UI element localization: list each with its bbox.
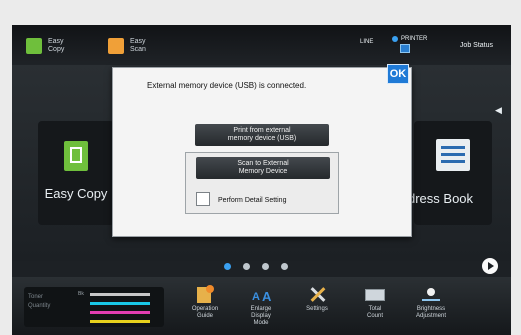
easy-copy-icon bbox=[26, 38, 42, 54]
toner-bk-label: Bk bbox=[78, 291, 84, 297]
address-book-tile-label: dress Book bbox=[408, 191, 474, 206]
easy-copy-shortcut[interactable]: Easy Copy bbox=[26, 34, 74, 58]
dialog-message: External memory device (USB) is connecte… bbox=[147, 81, 307, 90]
scan-to-usb-button[interactable]: Scan to External Memory Device bbox=[196, 157, 330, 179]
usb-connected-dialog: External memory device (USB) is connecte… bbox=[112, 67, 412, 237]
job-status-button[interactable]: Job Status bbox=[460, 42, 493, 49]
settings-icon bbox=[306, 285, 328, 303]
line-indicator: LINE bbox=[360, 39, 374, 45]
operation-guide-button[interactable]: Operation Guide bbox=[180, 285, 230, 320]
brightness-label: Brightness Adjustment bbox=[415, 306, 446, 319]
easy-scan-icon bbox=[108, 38, 124, 54]
page-dot[interactable] bbox=[262, 263, 269, 270]
toner-bar-yellow bbox=[90, 320, 150, 323]
printer-label: PRINTER bbox=[401, 36, 428, 42]
brightness-icon bbox=[420, 285, 442, 303]
total-count-button[interactable]: Total Count bbox=[350, 285, 400, 320]
easy-scan-shortcut[interactable]: Easy Scan bbox=[108, 34, 156, 58]
brightness-adjustment-button[interactable]: Brightness Adjustment bbox=[406, 285, 456, 320]
address-book-icon bbox=[436, 139, 470, 171]
total-count-label: Total Count bbox=[366, 306, 383, 319]
screen-frame: Easy Copy Easy Scan LINE PRINTER Job Sta… bbox=[0, 0, 521, 335]
page-dot[interactable] bbox=[281, 263, 288, 270]
total-count-icon bbox=[364, 285, 386, 303]
print-from-usb-button[interactable]: Print from external memory device (USB) bbox=[195, 124, 329, 146]
settings-label: Settings bbox=[306, 306, 328, 312]
printer-indicator: PRINTER bbox=[392, 36, 428, 53]
detail-setting-checkbox[interactable] bbox=[196, 192, 210, 206]
page-dot[interactable] bbox=[243, 263, 250, 270]
toner-bar-magenta bbox=[90, 311, 150, 314]
detail-setting-label[interactable]: Perform Detail Setting bbox=[218, 197, 286, 204]
toner-label: Toner bbox=[28, 294, 44, 300]
toner-quantity-panel: Toner Quantity Bk bbox=[24, 287, 164, 327]
toner-bar-black bbox=[90, 293, 150, 296]
operation-guide-icon bbox=[194, 285, 216, 303]
page-indicator bbox=[224, 263, 288, 270]
toner-bar-cyan bbox=[90, 302, 150, 305]
settings-button[interactable]: Settings bbox=[292, 285, 342, 313]
enlarge-display-icon: A A bbox=[252, 289, 272, 304]
easy-copy-tile-label: Easy Copy bbox=[44, 186, 108, 201]
easy-copy-tile[interactable]: Easy Copy bbox=[38, 121, 114, 225]
bottom-bar: Toner Quantity Bk Operation Guide A A En… bbox=[12, 277, 511, 335]
enlarge-display-button[interactable]: A A Enlarge Display Mode bbox=[236, 285, 286, 327]
easy-copy-label: Easy Copy bbox=[48, 38, 65, 53]
operation-guide-label: Operation Guide bbox=[191, 306, 219, 319]
usb-icon bbox=[400, 44, 410, 53]
ok-button[interactable]: OK bbox=[387, 64, 409, 84]
top-bar: Easy Copy Easy Scan LINE PRINTER Job Sta… bbox=[12, 25, 511, 65]
enlarge-display-label: Enlarge Display Mode bbox=[250, 306, 272, 326]
collapse-arrow-icon[interactable]: ◀ bbox=[495, 105, 505, 119]
address-book-tile[interactable]: dress Book bbox=[408, 121, 492, 225]
page-dot[interactable] bbox=[224, 263, 231, 270]
copy-icon bbox=[64, 141, 88, 171]
easy-scan-label: Easy Scan bbox=[130, 38, 146, 53]
quantity-label: Quantity bbox=[28, 303, 51, 309]
printer-status-dot bbox=[392, 36, 398, 42]
next-page-button[interactable] bbox=[482, 258, 498, 274]
